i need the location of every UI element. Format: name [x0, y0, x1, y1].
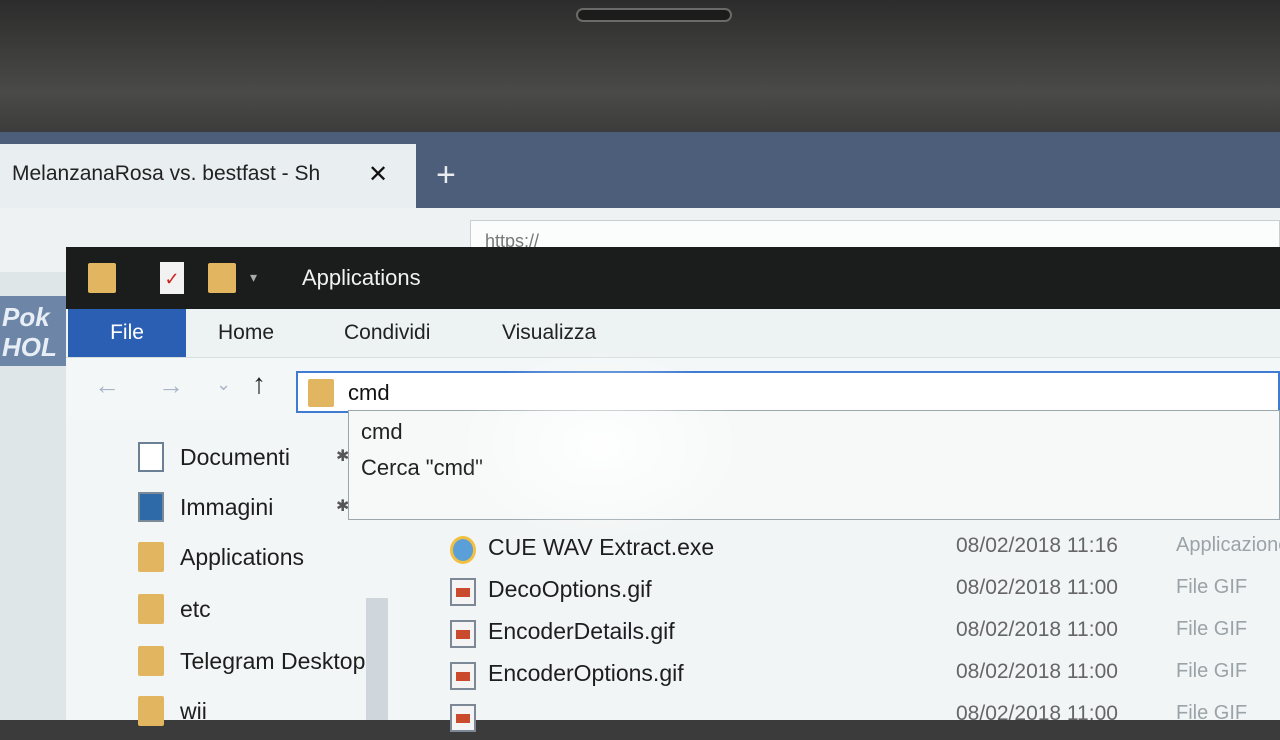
forward-arrow-icon[interactable]: → — [158, 370, 184, 401]
file-type: File GIF — [1176, 618, 1248, 640]
navpane-item-label: Applications — [180, 544, 305, 570]
application-icon — [450, 536, 476, 564]
webcam-slot — [576, 8, 732, 22]
navpane-item-label: etc — [180, 596, 211, 622]
up-arrow-icon[interactable]: ↑ — [252, 368, 266, 400]
file-date: 08/02/2018 11:16 — [956, 534, 1118, 557]
tab-visualizza[interactable]: Visualizza — [502, 309, 596, 357]
monitor-bezel — [0, 0, 1280, 132]
file-date: 08/02/2018 11:00 — [956, 576, 1118, 599]
navpane-item-telegram-desktop[interactable]: Telegram Desktop — [134, 644, 366, 680]
file-row[interactable]: CUE WAV Extract.exe 08/02/2018 11:16 App… — [400, 532, 1280, 572]
file-type: Applicazione — [1176, 534, 1280, 556]
file-row[interactable]: EncoderOptions.gif 08/02/2018 11:00 File… — [400, 658, 1280, 698]
new-folder-icon[interactable] — [208, 263, 236, 293]
recent-locations-icon[interactable]: ⌄ — [216, 374, 231, 395]
folder-icon — [138, 646, 164, 676]
file-date: 08/02/2018 11:00 — [956, 702, 1118, 725]
file-name: EncoderDetails.gif — [488, 618, 675, 644]
navpane-item-label: wii — [180, 698, 207, 724]
file-name: DecoOptions.gif — [488, 576, 652, 602]
file-row[interactable]: 08/02/2018 11:00 File GIF — [400, 700, 1280, 740]
folder-icon — [88, 263, 116, 293]
document-icon — [138, 442, 164, 472]
navpane-scrollbar[interactable] — [366, 598, 388, 720]
tab-home[interactable]: Home — [218, 309, 274, 357]
file-row[interactable]: DecoOptions.gif 08/02/2018 11:00 File GI… — [400, 574, 1280, 614]
gif-file-icon — [450, 620, 476, 648]
file-list: CUE WAV Extract.exe 08/02/2018 11:16 App… — [400, 518, 1280, 732]
navpane-item-documenti[interactable]: Documenti ✱ — [134, 440, 374, 476]
navpane-item-label: Telegram Desktop — [180, 648, 366, 674]
address-bar[interactable] — [296, 371, 1280, 413]
autocomplete-dropdown: cmd Cerca "cmd" — [348, 410, 1280, 520]
pictures-icon — [138, 492, 164, 522]
browser-tab-bar: MelanzanaRosa vs. bestfast - Sh ✕ + — [0, 132, 1280, 208]
tab-condividi[interactable]: Condividi — [344, 309, 430, 357]
folder-icon — [308, 379, 334, 407]
gif-file-icon — [450, 704, 476, 732]
navigation-bar: ← → ⌄ ↑ — [66, 358, 1280, 418]
file-explorer-window: ✓ ▾ Applications File Home Condividi Vis… — [66, 247, 1280, 732]
window-title: Applications — [302, 265, 421, 290]
file-name: CUE WAV Extract.exe — [488, 534, 715, 560]
folder-icon — [138, 542, 164, 572]
tab-file[interactable]: File — [68, 309, 186, 357]
file-type: File GIF — [1176, 660, 1248, 682]
ribbon: File Home Condividi Visualizza — [66, 309, 1280, 358]
navpane-item-etc[interactable]: etc — [134, 592, 374, 628]
back-arrow-icon[interactable]: ← — [94, 370, 120, 401]
gif-file-icon — [450, 578, 476, 606]
navpane-item-label: Immagini — [180, 494, 274, 520]
file-row[interactable]: EncoderDetails.gif 08/02/2018 11:00 File… — [400, 616, 1280, 656]
suggestion-search-item[interactable]: Cerca "cmd" — [361, 455, 483, 481]
navpane-item-applications[interactable]: Applications — [134, 540, 374, 576]
navpane-item-immagini[interactable]: Immagini ✱ — [134, 490, 374, 526]
gif-file-icon — [450, 662, 476, 690]
browser-tab[interactable]: MelanzanaRosa vs. bestfast - Sh ✕ — [0, 144, 416, 208]
file-date: 08/02/2018 11:00 — [956, 618, 1118, 641]
site-logo: Pok HOL — [0, 296, 70, 366]
navpane-item-label: Documenti — [180, 444, 290, 470]
chevron-down-icon[interactable]: ▾ — [250, 269, 257, 286]
suggestion-item[interactable]: cmd — [361, 419, 403, 445]
close-tab-icon[interactable]: ✕ — [368, 160, 388, 189]
browser-tab-title: MelanzanaRosa vs. bestfast - Sh — [12, 162, 321, 185]
navpane-item-wii[interactable]: wii — [134, 694, 374, 730]
properties-icon[interactable]: ✓ — [160, 262, 184, 294]
navigation-pane: Documenti ✱ Immagini ✱ Applications etc … — [66, 418, 388, 726]
file-type: File GIF — [1176, 576, 1248, 598]
title-bar: ✓ ▾ Applications — [66, 247, 1280, 309]
file-date: 08/02/2018 11:00 — [956, 660, 1118, 683]
file-type: File GIF — [1176, 702, 1248, 724]
folder-icon — [138, 594, 164, 624]
address-input[interactable] — [346, 378, 950, 408]
new-tab-button[interactable]: + — [436, 158, 456, 192]
folder-icon — [138, 696, 164, 726]
file-name: EncoderOptions.gif — [488, 660, 684, 686]
